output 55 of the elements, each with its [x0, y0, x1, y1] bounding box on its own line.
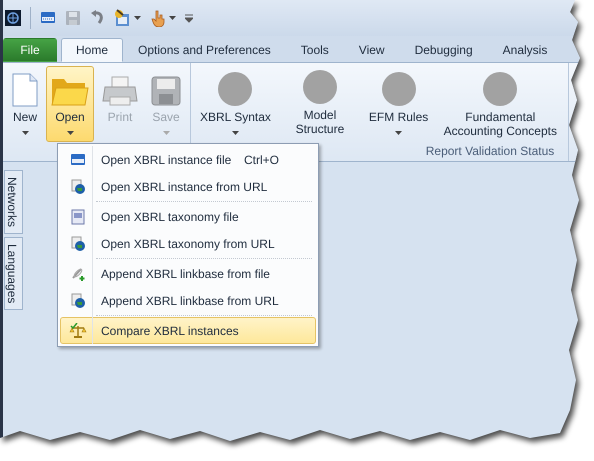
ribbon-tab[interactable]: Debugging [400, 38, 488, 62]
caret-icon [169, 16, 176, 20]
document-icon [70, 152, 86, 166]
ribbon-tab[interactable]: Home [61, 38, 124, 62]
status-circle-icon [217, 71, 254, 107]
link-plus-icon [70, 266, 86, 282]
side-tab[interactable]: Languages [4, 237, 23, 310]
ribbon-tab[interactable]: Options and Preferences [123, 38, 286, 62]
caret-icon [395, 130, 402, 135]
caret-icon [66, 130, 74, 135]
menu-item[interactable]: Open XBRL taxonomy file [60, 203, 316, 230]
page-icon [12, 73, 38, 107]
customize-icon [185, 13, 193, 23]
app-logo[interactable] [5, 10, 21, 26]
save-icon [65, 10, 81, 26]
ribbon-button[interactable]: Fundamental Accounting Concepts [436, 66, 564, 142]
floppy-icon [151, 75, 181, 107]
menu-item[interactable]: Append XBRL linkbase from file [60, 260, 316, 287]
status-circle-icon [380, 71, 417, 107]
toolbar-button[interactable] [185, 13, 193, 23]
document-icon [40, 10, 56, 26]
undo-icon [90, 10, 104, 26]
menu-item[interactable]: Compare XBRL instances [60, 317, 316, 344]
file-tab[interactable]: File [3, 38, 57, 62]
status-circle-icon [482, 71, 518, 107]
ribbon-button[interactable]: Open [46, 66, 94, 142]
status-circle-icon [302, 69, 338, 105]
globe-icon [70, 236, 86, 252]
caret-icon [134, 16, 141, 20]
caret-icon [22, 130, 28, 135]
globe-icon [70, 292, 86, 308]
printer-icon [102, 75, 138, 107]
ribbon-tab[interactable]: Analysis [488, 38, 562, 62]
menu-item[interactable]: Open XBRL instance from URL [60, 173, 316, 200]
menu-item[interactable]: Open XBRL instance file Ctrl+O [60, 146, 316, 173]
toolbar-button[interactable] [113, 9, 141, 27]
hand-icon [150, 9, 166, 27]
scale-icon [69, 322, 87, 338]
caret-icon [232, 130, 239, 135]
ribbon-button[interactable]: EFM Rules [364, 66, 434, 142]
toolbar-button[interactable] [40, 10, 56, 26]
caret-icon [162, 130, 170, 135]
group-label: Report Validation Status [426, 143, 554, 160]
app-logo-icon [5, 10, 21, 26]
ribbon-tab[interactable]: Tools [286, 38, 344, 62]
side-tab[interactable]: Networks [4, 170, 23, 234]
ribbon-button[interactable]: XBRL Syntax [195, 66, 276, 142]
document-icon [70, 208, 86, 224]
globe-icon [70, 178, 86, 194]
ribbon-tab[interactable]: View [344, 38, 400, 62]
menu-item[interactable]: Append XBRL linkbase from URL [60, 287, 316, 314]
ribbon-button[interactable]: Model Structure [278, 66, 361, 142]
menu-item[interactable]: Open XBRL taxonomy from URL [60, 230, 316, 257]
ribbon-button[interactable]: New [7, 66, 43, 142]
toolbar-button[interactable] [150, 9, 176, 27]
